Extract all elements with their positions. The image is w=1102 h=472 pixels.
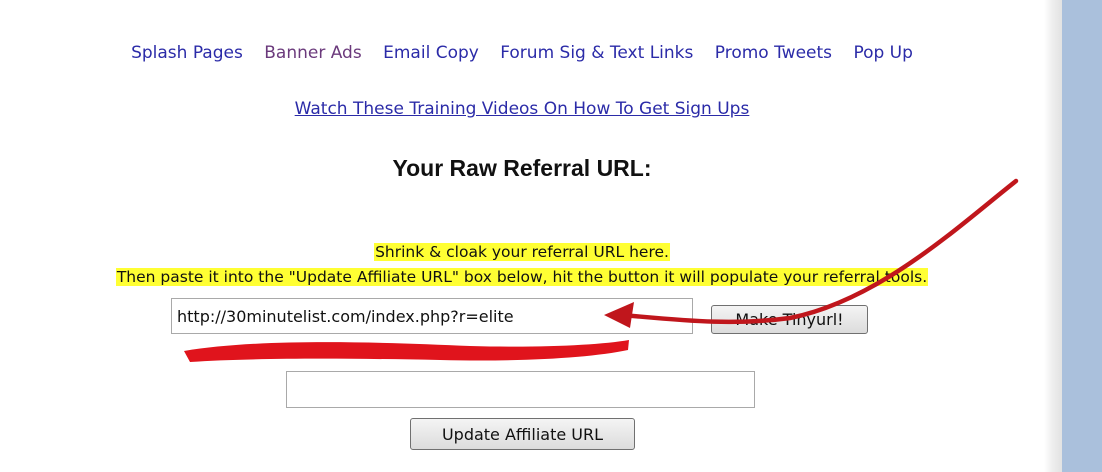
nav-link-forum-sig-text-links[interactable]: Forum Sig & Text Links [500,43,693,63]
make-tinyurl-button[interactable]: Make Tinyurl! [711,305,868,334]
promo-tools-nav: Splash Pages Banner Ads Email Copy Forum… [0,43,1044,63]
right-side-panel [1062,0,1102,472]
page-edge-shadow [1044,0,1062,472]
training-videos-link[interactable]: Watch These Training Videos On How To Ge… [295,99,750,119]
affiliate-url-input[interactable] [286,371,755,408]
raw-referral-url-heading: Your Raw Referral URL: [392,155,652,181]
instructions-line-1-text: Shrink & cloak your referral URL here. [374,243,670,261]
referral-url-input[interactable] [171,298,693,334]
page: Splash Pages Banner Ads Email Copy Forum… [0,0,1102,472]
nav-link-email-copy[interactable]: Email Copy [383,43,479,63]
update-affiliate-url-button[interactable]: Update Affiliate URL [410,418,635,450]
instructions-line-2: Then paste it into the "Update Affiliate… [0,268,1044,286]
nav-link-pop-up[interactable]: Pop Up [853,43,912,63]
nav-link-banner-ads[interactable]: Banner Ads [264,43,361,63]
instructions-line-1: Shrink & cloak your referral URL here. [0,243,1044,261]
main-content: Splash Pages Banner Ads Email Copy Forum… [0,0,1044,472]
training-videos-row: Watch These Training Videos On How To Ge… [0,99,1044,119]
nav-link-promo-tweets[interactable]: Promo Tweets [715,43,832,63]
nav-link-splash-pages[interactable]: Splash Pages [131,43,243,63]
instructions-line-2-text: Then paste it into the "Update Affiliate… [115,268,929,286]
